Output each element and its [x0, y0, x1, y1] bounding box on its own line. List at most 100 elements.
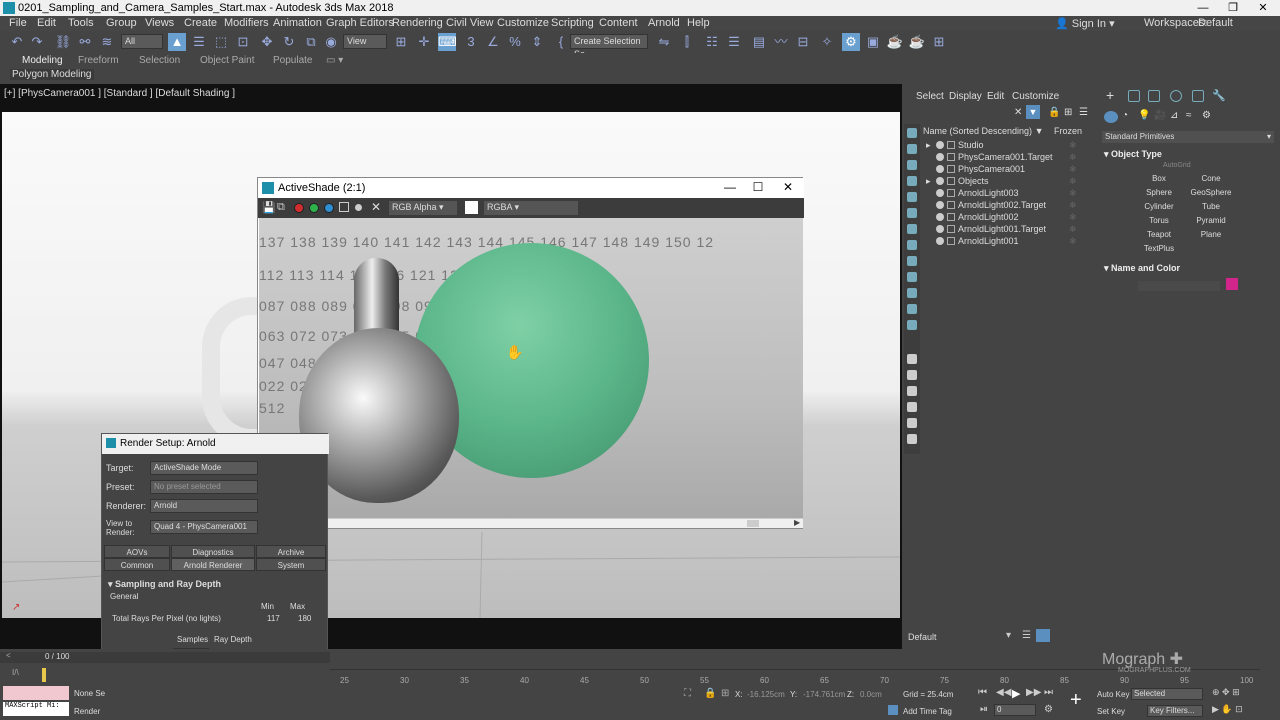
activeshade-maximize-button[interactable]: ☐ [748, 180, 768, 194]
isolate-selection-icon[interactable]: ⛶ [684, 688, 691, 699]
select-none-icon[interactable] [907, 370, 917, 380]
rotate-icon[interactable]: ↻ [280, 33, 298, 51]
view-to-render-select[interactable]: Quad 4 - PhysCamera001 [150, 520, 258, 534]
sync-selection-icon[interactable] [907, 402, 917, 412]
menu-tools[interactable]: Tools [68, 17, 94, 29]
tree-item[interactable]: ArnoldLight003 ❄ [924, 187, 1094, 199]
display-hidden-icon[interactable] [907, 320, 917, 330]
display-shapes-icon[interactable] [907, 160, 917, 170]
time-marker[interactable] [42, 668, 46, 682]
primitive-category-select[interactable]: Standard Primitives ▾ [1102, 131, 1274, 143]
clear-icon[interactable]: ✕ [371, 200, 381, 214]
freeze-icon[interactable]: ❄ [1069, 151, 1077, 163]
name-column-header[interactable]: Name (Sorted Descending) ▼ [923, 126, 1043, 136]
menu-animation[interactable]: Animation [273, 17, 322, 29]
window-crossing-icon[interactable]: ⊡ [234, 33, 252, 51]
unlink-icon[interactable]: ⚯ [76, 33, 94, 51]
time-slider[interactable]: < 0 / 100 [0, 651, 330, 663]
select-invert-icon[interactable] [907, 386, 917, 396]
visibility-icon[interactable] [936, 177, 944, 185]
curve-editor-icon[interactable]: 〰 [772, 33, 790, 51]
display-bones-icon[interactable] [907, 272, 917, 282]
create-box-button[interactable]: Box [1135, 173, 1183, 185]
auto-key-button[interactable]: Auto Key [1097, 690, 1129, 699]
spinner-snap-icon[interactable]: ⇕ [528, 33, 546, 51]
time-configuration-icon[interactable]: ⚙ [1044, 704, 1053, 715]
activeshade-close-button[interactable]: ✕ [778, 180, 798, 194]
freeze-icon[interactable]: ❄ [1069, 223, 1077, 235]
scroll-thumb[interactable] [747, 520, 759, 527]
red-channel-icon[interactable] [294, 203, 304, 213]
menu-views[interactable]: Views [145, 17, 174, 29]
reference-coordinate-system[interactable]: View [343, 34, 387, 49]
visibility-icon[interactable] [936, 201, 944, 209]
maxscript-mini-listener[interactable]: MAXScript Mi: [3, 702, 69, 716]
green-channel-icon[interactable] [309, 203, 319, 213]
freeze-icon[interactable]: ❄ [1069, 235, 1077, 247]
save-image-icon[interactable]: 💾 [262, 201, 276, 214]
name-and-color-rollout[interactable]: ▾ Name and Color [1104, 263, 1180, 274]
tab-freeform[interactable]: Freeform [78, 55, 119, 66]
create-torus-button[interactable]: Torus [1135, 215, 1183, 227]
menu-arnold[interactable]: Arnold [648, 17, 680, 29]
render-setup-icon[interactable]: ⚙ [842, 33, 860, 51]
bind-space-warp-icon[interactable]: ≋ [98, 33, 116, 51]
activeshade-render[interactable]: 137 138 139 140 141 142 143 144 145 146 … [259, 218, 803, 518]
select-object-icon[interactable]: ▲ [168, 33, 186, 51]
create-teapot-button[interactable]: Teapot [1135, 229, 1183, 241]
schematic-view-icon[interactable]: ⊟ [794, 33, 812, 51]
named-selection-set[interactable]: Create Selection Se [570, 34, 648, 59]
scene-explorer-toggle-icon[interactable]: ☷ [703, 33, 721, 51]
previous-frame-icon[interactable]: ◀◀ [996, 687, 1011, 698]
restore-button[interactable]: ❐ [1218, 0, 1248, 16]
workspace-select[interactable]: Default [1198, 17, 1233, 29]
filter-icon[interactable]: ▼ [1026, 105, 1040, 119]
layers-icon[interactable]: ☰ [1022, 630, 1031, 641]
clear-search-icon[interactable]: ✕ [1014, 107, 1022, 118]
add-time-tag-button[interactable]: Add Time Tag [903, 707, 952, 716]
tree-item[interactable]: ▸ Studio ❄ [924, 139, 1094, 151]
menu-customize[interactable]: Customize [497, 17, 549, 29]
display-frozen-icon[interactable] [907, 304, 917, 314]
freeze-icon[interactable]: ❄ [1069, 139, 1077, 151]
activeshade-title-bar[interactable]: ActiveShade (2:1) — ☐ ✕ [258, 178, 804, 198]
create-pyramid-button[interactable]: Pyramid [1187, 215, 1235, 227]
display-groups-icon[interactable] [907, 240, 917, 250]
rgba-display-select[interactable]: RGBA ▾ [484, 201, 578, 215]
scale-icon[interactable]: ⧉ [302, 33, 320, 51]
key-mode-icon[interactable]: ⏯ [980, 704, 988, 715]
sampling-rollout-header[interactable]: ▾ Sampling and Ray Depth [108, 579, 221, 590]
set-key-button[interactable]: Set Key [1097, 707, 1125, 716]
tab-selection[interactable]: Selection [139, 55, 180, 66]
place-icon[interactable]: ◉ [322, 33, 340, 51]
expand-icon[interactable]: ▸ [926, 175, 931, 187]
render-setup-title-bar[interactable]: Render Setup: Arnold [102, 434, 329, 454]
undo-icon[interactable]: ↶ [8, 33, 26, 51]
tab-arnold-renderer[interactable]: Arnold Renderer [171, 558, 255, 571]
layer-dropdown-icon[interactable]: ▾ [1006, 630, 1011, 641]
display-xrefs-icon[interactable] [907, 256, 917, 266]
background-color-swatch[interactable] [465, 201, 478, 214]
tree-item[interactable]: ▸ Objects ❄ [924, 175, 1094, 187]
create-textplus-button[interactable]: TextPlus [1135, 243, 1183, 255]
utilities-tab-icon[interactable]: 🔧 [1212, 89, 1226, 102]
cameras-category-icon[interactable]: 🎥 [1154, 110, 1166, 121]
minimize-button[interactable]: — [1188, 0, 1218, 16]
hierarchy-icon[interactable]: ⊞ [1064, 107, 1072, 118]
align-icon[interactable]: ⫿ [678, 33, 696, 51]
menu-group[interactable]: Group [106, 17, 137, 29]
ribbon-toggle-icon[interactable]: ▤ [750, 33, 768, 51]
tree-item[interactable]: PhysCamera001.Target ❄ [924, 151, 1094, 163]
modify-tab-icon[interactable] [1128, 90, 1140, 102]
pivot-icon[interactable]: ⊞ [392, 33, 410, 51]
time-tag-icon[interactable] [888, 705, 898, 715]
systems-category-icon[interactable]: ⚙ [1202, 110, 1211, 121]
viewport-navigation-icons-2[interactable]: ▶ ✋ ⊡ [1212, 704, 1243, 715]
mirror-icon[interactable]: ⇋ [655, 33, 673, 51]
tab-modeling[interactable]: Modeling [22, 55, 63, 66]
create-plane-button[interactable]: Plane [1187, 229, 1235, 241]
activeshade-window[interactable]: ActiveShade (2:1) — ☐ ✕ 💾 ⧉ ✕ RGB Alpha … [257, 177, 804, 529]
selection-filter[interactable]: All [121, 34, 163, 49]
lock-icon[interactable]: 🔒 [1048, 107, 1060, 118]
tab-common[interactable]: Common [104, 558, 170, 571]
